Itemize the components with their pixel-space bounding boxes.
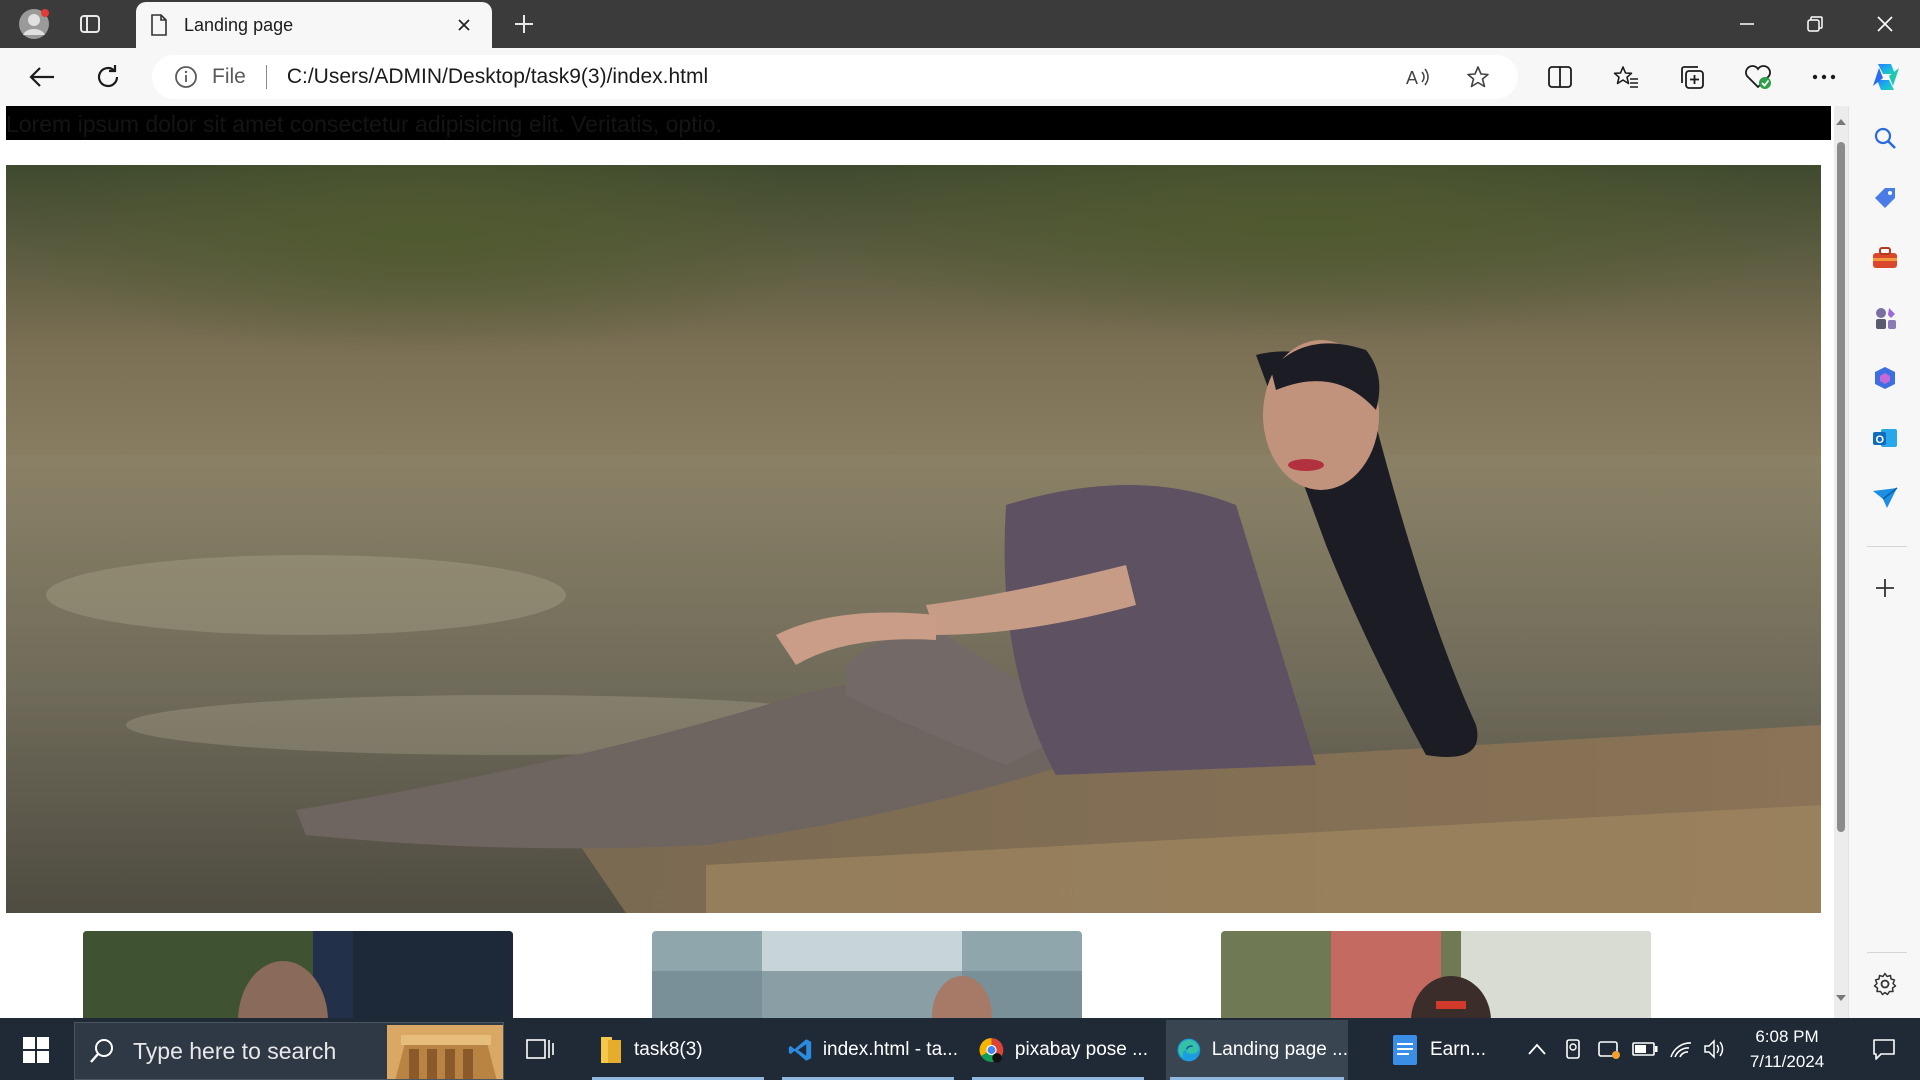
thumbnail-image-1 <box>83 931 513 1018</box>
restore-icon <box>1807 16 1823 32</box>
volume-icon[interactable] <box>1700 1018 1730 1080</box>
plus-icon <box>515 15 533 33</box>
sidebar-divider-bottom <box>1867 952 1907 953</box>
taskbar-app-label: Earn... <box>1430 1039 1486 1060</box>
sidebar-outlook-icon[interactable]: O <box>1863 416 1907 460</box>
search-highlight-image <box>387 1025 503 1079</box>
security-icon[interactable] <box>1594 1018 1624 1080</box>
page-scrollbar[interactable] <box>1834 106 1848 1018</box>
svg-text:A: A <box>1406 68 1418 88</box>
hero-image <box>6 165 1821 913</box>
thumbnail-image-3 <box>1221 931 1651 1018</box>
tab-landing-page[interactable]: Landing page <box>136 2 492 48</box>
navigation-bar: File C:/Users/ADMIN/Desktop/task9(3)/ind… <box>0 48 1920 106</box>
browser-titlebar: Landing page <box>0 0 1920 48</box>
search-icon <box>90 1039 113 1063</box>
sidebar-tools-icon[interactable] <box>1863 236 1907 280</box>
refresh-button[interactable] <box>88 57 128 97</box>
hero-photo <box>6 165 1821 913</box>
split-screen-icon[interactable] <box>1540 57 1580 97</box>
sidebar-search-icon[interactable] <box>1863 116 1907 160</box>
sidebar-games-icon[interactable] <box>1863 296 1907 340</box>
start-button[interactable] <box>10 1026 62 1074</box>
read-aloud-icon[interactable]: A <box>1398 57 1438 97</box>
taskbar-app-label: Landing page ... <box>1211 1039 1348 1060</box>
favorites-icon[interactable] <box>1606 57 1646 97</box>
folder-icon <box>601 1037 621 1063</box>
windows-logo-icon <box>23 1037 49 1063</box>
vscode-icon <box>788 1039 812 1061</box>
page-icon <box>151 14 167 36</box>
sidebar-divider <box>1867 546 1907 547</box>
info-icon[interactable] <box>174 65 198 89</box>
taskbar-app-edge[interactable]: Landing page ... <box>1166 1020 1348 1080</box>
browser-essentials-icon[interactable] <box>1738 57 1778 97</box>
address-scheme: File <box>212 65 246 88</box>
taskbar-app-file-explorer[interactable]: task8(3) <box>588 1020 768 1080</box>
task-view-icon <box>526 1039 554 1059</box>
copilot-icon[interactable] <box>1866 57 1906 97</box>
page-viewport: Lorem ipsum dolor sit amet consectetur a… <box>0 106 1834 1018</box>
sidebar-settings-gear-icon[interactable] <box>1863 962 1907 1006</box>
new-tab-button[interactable] <box>506 6 542 42</box>
task-view-button[interactable] <box>520 1018 560 1080</box>
scroll-up-icon[interactable] <box>1834 114 1848 128</box>
taskbar-app-label: index.html - ta... <box>822 1039 958 1060</box>
collections-icon[interactable] <box>1672 57 1712 97</box>
close-window-button[interactable] <box>1852 0 1918 48</box>
close-icon <box>1877 16 1893 32</box>
svg-text:O: O <box>1876 434 1885 446</box>
windows-taskbar: Type here to search task8(3) index.html … <box>0 1018 1920 1080</box>
back-arrow-icon <box>29 67 54 87</box>
scroll-down-icon[interactable] <box>1834 992 1848 1006</box>
tab-actions-icon[interactable] <box>70 6 110 42</box>
notification-icon <box>1873 1039 1895 1060</box>
sidebar-send-icon[interactable] <box>1863 476 1907 520</box>
back-button[interactable] <box>22 57 62 97</box>
close-tab-icon[interactable] <box>450 11 478 39</box>
sidebar-shopping-tag-icon[interactable] <box>1863 176 1907 220</box>
battery-icon[interactable] <box>1630 1018 1660 1080</box>
clock-time: 6:08 PM <box>1755 1027 1819 1046</box>
taskbar-search-box[interactable]: Type here to search <box>74 1022 504 1080</box>
address-bar[interactable]: File C:/Users/ADMIN/Desktop/task9(3)/ind… <box>152 55 1518 99</box>
tab-title: Landing page <box>184 14 294 35</box>
profile-avatar-icon[interactable] <box>14 6 54 42</box>
scroll-thumb[interactable] <box>1837 142 1845 832</box>
address-url[interactable]: C:/Users/ADMIN/Desktop/task9(3)/index.ht… <box>287 65 708 89</box>
taskbar-app-label: pixabay pose ... <box>1014 1039 1148 1060</box>
minimize-button[interactable] <box>1714 0 1780 48</box>
page-banner: Lorem ipsum dolor sit amet consectetur a… <box>6 106 1831 140</box>
restore-button[interactable] <box>1782 0 1848 48</box>
edge-icon <box>1177 1038 1201 1062</box>
search-placeholder: Type here to search <box>133 1037 337 1064</box>
address-separator <box>265 65 267 89</box>
minimize-icon <box>1740 23 1754 25</box>
taskbar-app-document[interactable]: Earn... <box>1380 1020 1500 1080</box>
clock-date: 7/11/2024 <box>1749 1052 1825 1071</box>
chrome-icon <box>979 1038 1004 1063</box>
favorite-star-icon[interactable] <box>1458 57 1498 97</box>
taskbar-app-label: task8(3) <box>634 1039 703 1060</box>
notifications-button[interactable] <box>1854 1018 1914 1080</box>
sidebar-microsoft365-icon[interactable] <box>1863 356 1907 400</box>
more-options-icon[interactable] <box>1804 57 1844 97</box>
system-clock[interactable]: 6:08 PM 7/11/2024 <box>1728 1024 1846 1074</box>
refresh-icon <box>97 65 119 88</box>
sidebar-add-icon[interactable] <box>1863 566 1907 610</box>
document-icon <box>1393 1035 1417 1065</box>
taskbar-app-chrome[interactable]: pixabay pose ... <box>968 1020 1148 1080</box>
edge-sidebar: O <box>1848 106 1920 1018</box>
show-hidden-icons-icon[interactable] <box>1522 1018 1552 1080</box>
taskbar-app-vscode[interactable]: index.html - ta... <box>778 1020 958 1080</box>
thumbnail-image-2 <box>652 931 1082 1018</box>
meet-now-icon[interactable] <box>1558 1018 1588 1080</box>
wifi-icon[interactable] <box>1666 1018 1696 1080</box>
